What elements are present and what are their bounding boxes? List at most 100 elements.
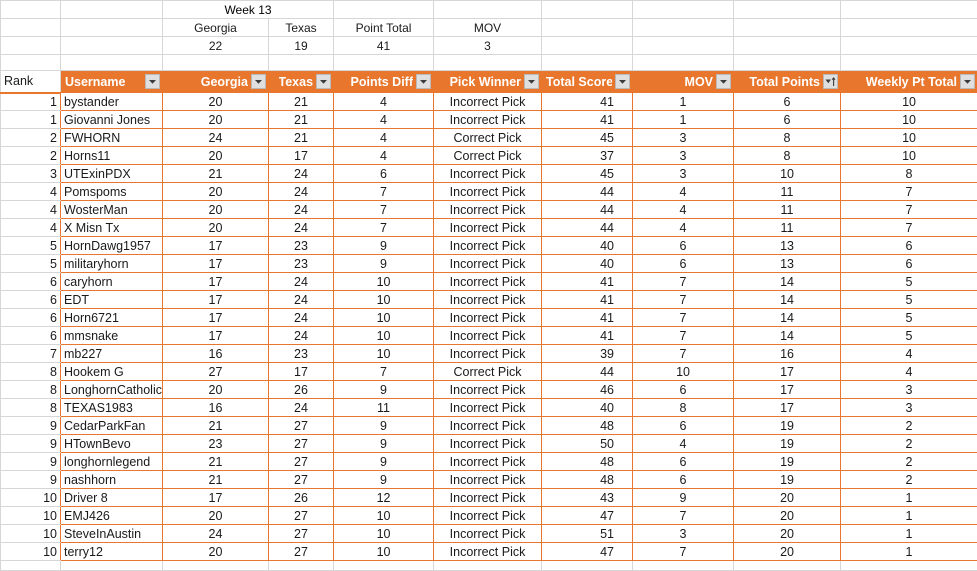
cell-rank[interactable]: 10 [1, 489, 61, 507]
cell-total-score[interactable]: 44 [542, 201, 633, 219]
cell-pick-winner[interactable]: Incorrect Pick [434, 111, 542, 129]
table-row[interactable]: 2Horns1120174Correct Pick373810 [1, 147, 977, 165]
cell-total-score[interactable]: 48 [542, 453, 633, 471]
cell-texas[interactable]: 27 [269, 471, 334, 489]
cell-georgia[interactable]: 20 [163, 201, 269, 219]
cell-total-score[interactable]: 48 [542, 417, 633, 435]
table-row[interactable]: 4X Misn Tx20247Incorrect Pick444117 [1, 219, 977, 237]
cell-username[interactable]: TEXAS1983 [61, 399, 163, 417]
table-row[interactable]: 10terry12202710Incorrect Pick477201 [1, 543, 977, 561]
cell-georgia[interactable]: 23 [163, 435, 269, 453]
cell-weekly-pt-total[interactable]: 6 [841, 255, 977, 273]
cell-total-score[interactable]: 44 [542, 183, 633, 201]
cell-points-diff[interactable]: 7 [334, 219, 434, 237]
cell-texas[interactable]: 27 [269, 453, 334, 471]
cell-total-points[interactable]: 17 [734, 399, 841, 417]
cell-texas[interactable]: 24 [269, 201, 334, 219]
cell-total-points[interactable]: 19 [734, 417, 841, 435]
cell-rank[interactable]: 7 [1, 345, 61, 363]
cell-georgia[interactable]: 20 [163, 543, 269, 561]
cell-mov[interactable]: 7 [633, 309, 734, 327]
cell-rank[interactable]: 6 [1, 273, 61, 291]
cell-weekly-pt-total[interactable]: 1 [841, 525, 977, 543]
cell-georgia[interactable]: 20 [163, 183, 269, 201]
cell-username[interactable]: caryhorn [61, 273, 163, 291]
cell-total-points[interactable]: 10 [734, 165, 841, 183]
table-row[interactable]: 6caryhorn172410Incorrect Pick417145 [1, 273, 977, 291]
cell-points-diff[interactable]: 9 [334, 435, 434, 453]
cell-total-points[interactable]: 13 [734, 255, 841, 273]
cell-total-score[interactable]: 48 [542, 471, 633, 489]
filter-dropdown-icon-username[interactable] [145, 74, 160, 89]
cell-texas[interactable]: 24 [269, 327, 334, 345]
cell-total-score[interactable]: 40 [542, 399, 633, 417]
filter-dropdown-icon-mov[interactable] [716, 74, 731, 89]
cell-total-points[interactable]: 8 [734, 129, 841, 147]
cell-username[interactable]: longhornlegend [61, 453, 163, 471]
cell-weekly-pt-total[interactable]: 2 [841, 435, 977, 453]
cell-texas[interactable]: 24 [269, 273, 334, 291]
cell-texas[interactable]: 27 [269, 435, 334, 453]
cell-total-score[interactable]: 50 [542, 435, 633, 453]
cell-weekly-pt-total[interactable]: 2 [841, 417, 977, 435]
table-row[interactable]: 10EMJ426202710Incorrect Pick477201 [1, 507, 977, 525]
cell-mov[interactable]: 1 [633, 93, 734, 111]
filter-dropdown-icon-total-score[interactable] [615, 74, 630, 89]
cell-points-diff[interactable]: 10 [334, 273, 434, 291]
cell-georgia[interactable]: 20 [163, 381, 269, 399]
cell-georgia[interactable]: 27 [163, 363, 269, 381]
cell-mov[interactable]: 4 [633, 201, 734, 219]
cell-username[interactable]: Hookem G [61, 363, 163, 381]
cell-username[interactable]: UTExinPDX [61, 165, 163, 183]
cell-points-diff[interactable]: 9 [334, 417, 434, 435]
cell-total-points[interactable]: 17 [734, 381, 841, 399]
cell-total-score[interactable]: 41 [542, 309, 633, 327]
cell-weekly-pt-total[interactable]: 1 [841, 543, 977, 561]
cell-rank[interactable]: 9 [1, 453, 61, 471]
cell-username[interactable]: SteveInAustin [61, 525, 163, 543]
cell-georgia[interactable]: 21 [163, 471, 269, 489]
cell-texas[interactable]: 24 [269, 219, 334, 237]
cell-rank[interactable]: 1 [1, 111, 61, 129]
cell-weekly-pt-total[interactable]: 7 [841, 201, 977, 219]
filter-dropdown-icon-georgia[interactable] [251, 74, 266, 89]
cell-total-score[interactable]: 45 [542, 129, 633, 147]
cell-total-score[interactable]: 41 [542, 327, 633, 345]
cell-mov[interactable]: 7 [633, 327, 734, 345]
cell-points-diff[interactable]: 11 [334, 399, 434, 417]
cell-points-diff[interactable]: 4 [334, 129, 434, 147]
cell-rank[interactable]: 9 [1, 435, 61, 453]
cell-rank[interactable]: 10 [1, 525, 61, 543]
cell-rank[interactable]: 6 [1, 327, 61, 345]
cell-total-points[interactable]: 11 [734, 201, 841, 219]
cell-mov[interactable]: 7 [633, 543, 734, 561]
cell-points-diff[interactable]: 10 [334, 327, 434, 345]
cell-points-diff[interactable]: 7 [334, 363, 434, 381]
cell-texas[interactable]: 24 [269, 291, 334, 309]
cell-points-diff[interactable]: 10 [334, 507, 434, 525]
cell-mov[interactable]: 6 [633, 453, 734, 471]
cell-rank[interactable]: 10 [1, 543, 61, 561]
cell-georgia[interactable]: 17 [163, 255, 269, 273]
cell-rank[interactable]: 9 [1, 471, 61, 489]
cell-georgia[interactable]: 20 [163, 111, 269, 129]
cell-mov[interactable]: 6 [633, 471, 734, 489]
cell-total-score[interactable]: 37 [542, 147, 633, 165]
cell-weekly-pt-total[interactable]: 6 [841, 237, 977, 255]
cell-username[interactable]: Horns11 [61, 147, 163, 165]
cell-pick-winner[interactable]: Incorrect Pick [434, 435, 542, 453]
cell-total-score[interactable]: 40 [542, 237, 633, 255]
cell-texas[interactable]: 23 [269, 255, 334, 273]
cell-mov[interactable]: 9 [633, 489, 734, 507]
cell-total-score[interactable]: 51 [542, 525, 633, 543]
cell-mov[interactable]: 6 [633, 417, 734, 435]
cell-total-points[interactable]: 20 [734, 507, 841, 525]
cell-texas[interactable]: 26 [269, 381, 334, 399]
cell-username[interactable]: militaryhorn [61, 255, 163, 273]
cell-total-score[interactable]: 45 [542, 165, 633, 183]
cell-points-diff[interactable]: 4 [334, 93, 434, 111]
cell-rank[interactable]: 4 [1, 219, 61, 237]
cell-texas[interactable]: 17 [269, 363, 334, 381]
cell-georgia[interactable]: 17 [163, 309, 269, 327]
cell-username[interactable]: HTownBevo [61, 435, 163, 453]
